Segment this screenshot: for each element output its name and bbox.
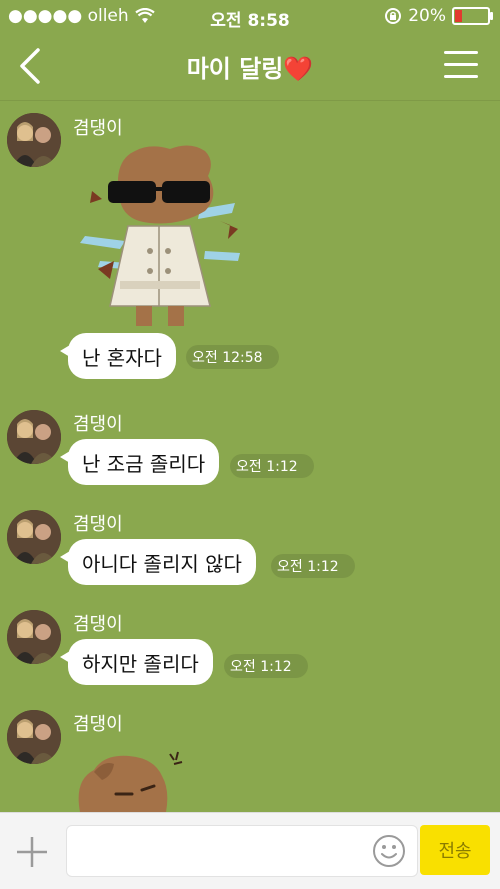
send-button[interactable]: 전송: [420, 825, 490, 875]
message-bubble[interactable]: 난 혼자다: [60, 333, 176, 379]
smiley-icon: [373, 835, 405, 867]
avatar-photo: [7, 710, 61, 764]
message-input-bar: 전송: [0, 812, 500, 889]
avatar-photo: [7, 510, 61, 564]
plus-icon: [17, 837, 47, 867]
avatar-photo: [7, 610, 61, 664]
message-bubble[interactable]: 하지만 졸리다: [60, 639, 213, 685]
ryan-sticker[interactable]: [80, 141, 250, 326]
message-time: 오전 12:58: [186, 345, 279, 369]
sender-name: 겸댕이: [73, 118, 123, 139]
avatar[interactable]: [7, 610, 61, 664]
sender-name: 겸댕이: [73, 614, 123, 635]
message-time: 오전 1:12: [230, 454, 314, 478]
message-text: 난 조금 졸리다: [82, 451, 206, 476]
avatar[interactable]: [7, 510, 61, 564]
avatar-photo: [7, 410, 61, 464]
chat-header: 마이 달링❤️: [0, 34, 500, 101]
sender-name: 겸댕이: [73, 714, 123, 735]
battery-percent: 20%: [408, 6, 446, 26]
battery-icon: [452, 7, 493, 25]
ryan-sleepy-sticker[interactable]: [74, 750, 184, 812]
message-bubble[interactable]: 아니다 졸리지 않다: [60, 539, 256, 585]
heart-icon: ❤️: [283, 55, 314, 83]
chat-title-text: 마이 달링: [186, 55, 284, 83]
battery-fill: [455, 10, 462, 22]
message-bubble[interactable]: 난 조금 졸리다: [59, 439, 220, 485]
sender-name: 겸댕이: [73, 414, 123, 435]
emoji-button[interactable]: [372, 834, 406, 868]
menu-button[interactable]: [444, 51, 478, 81]
sender-name: 겸댕이: [73, 514, 123, 535]
rotation-lock-icon: [385, 8, 402, 24]
message-time: 오전 1:12: [271, 554, 355, 578]
avatar[interactable]: [7, 410, 61, 464]
hamburger-menu-icon: [444, 51, 478, 78]
message-input[interactable]: [66, 825, 418, 877]
message-text: 아니다 졸리지 않다: [82, 551, 242, 576]
chat-title: 마이 달링❤️: [0, 49, 500, 84]
message-text: 하지만 졸리다: [82, 651, 199, 676]
status-bar: ●●●●● olleh 오전 8:58 20%: [0, 0, 500, 34]
avatar[interactable]: [7, 113, 61, 167]
avatar-photo: [7, 113, 61, 167]
avatar[interactable]: [7, 710, 61, 764]
attach-button[interactable]: [14, 834, 50, 870]
message-time: 오전 1:12: [224, 654, 308, 678]
message-text: 난 혼자다: [82, 345, 162, 370]
